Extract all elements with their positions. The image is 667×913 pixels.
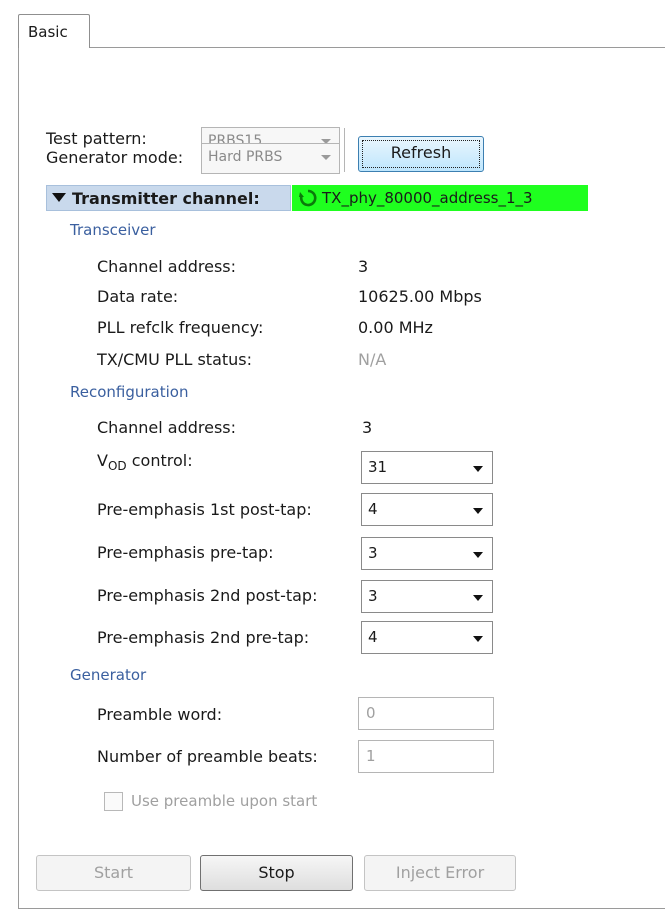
test-pattern-label: Test pattern: xyxy=(46,129,147,148)
data-rate-label: Data rate: xyxy=(97,287,179,306)
stop-button[interactable]: Stop xyxy=(200,855,353,891)
vod-label-v: V xyxy=(97,451,108,470)
pre-emphasis-2nd-post-tap-value: 3 xyxy=(368,587,378,605)
pll-status-value: N/A xyxy=(358,350,387,369)
pre-emphasis-1st-post-tap-value: 4 xyxy=(368,500,378,518)
transmitter-channel-name: TX_phy_80000_address_1_3 xyxy=(292,185,588,211)
transceiver-section-title: Transceiver xyxy=(70,221,156,239)
focus-ring xyxy=(362,140,480,168)
pll-refclk-value: 0.00 MHz xyxy=(358,318,433,337)
use-preamble-label: Use preamble upon start xyxy=(131,792,318,810)
chevron-down-icon xyxy=(473,595,483,601)
refresh-button[interactable]: Refresh xyxy=(358,136,484,172)
generator-section-title: Generator xyxy=(70,666,147,684)
preamble-word-input[interactable]: 0 xyxy=(358,697,494,730)
reconfiguration-section-title: Reconfiguration xyxy=(70,383,189,401)
generator-mode-value: Hard PRBS xyxy=(208,149,283,165)
generator-mode-label: Generator mode: xyxy=(46,148,184,167)
pre-emphasis-2nd-post-tap-select[interactable]: 3 xyxy=(361,580,493,613)
generator-mode-select[interactable]: Hard PRBS xyxy=(201,143,340,174)
vod-control-select[interactable]: 31 xyxy=(361,451,493,484)
chevron-down-icon xyxy=(473,466,483,472)
pll-refclk-label: PLL refclk frequency: xyxy=(97,318,264,337)
basic-panel xyxy=(18,47,665,909)
collapse-triangle-icon xyxy=(52,193,66,202)
rc-channel-address-label: Channel address: xyxy=(97,418,237,437)
pre-emphasis-2nd-pre-tap-value: 4 xyxy=(368,628,378,646)
pre-emphasis-pre-tap-label: Pre-emphasis pre-tap: xyxy=(97,543,274,562)
pre-emphasis-pre-tap-select[interactable]: 3 xyxy=(361,537,493,570)
chevron-down-icon xyxy=(473,508,483,514)
preamble-beats-label: Number of preamble beats: xyxy=(97,747,318,766)
pre-emphasis-2nd-post-tap-label: Pre-emphasis 2nd post-tap: xyxy=(97,586,318,605)
data-rate-value: 10625.00 Mbps xyxy=(358,287,482,306)
toolbar-divider xyxy=(344,128,345,172)
inject-error-button[interactable]: Inject Error xyxy=(364,855,516,891)
pre-emphasis-2nd-pre-tap-select[interactable]: 4 xyxy=(361,621,493,654)
use-preamble-checkbox[interactable] xyxy=(104,792,123,811)
tx-channel-address-label: Channel address: xyxy=(97,257,237,276)
preamble-beats-input[interactable]: 1 xyxy=(358,740,494,773)
pre-emphasis-1st-post-tap-label: Pre-emphasis 1st post-tap: xyxy=(97,500,312,519)
vod-label-od: OD xyxy=(107,459,127,474)
tab-basic[interactable]: Basic xyxy=(18,14,90,48)
transmitter-channel-label: Transmitter channel: xyxy=(72,189,260,208)
vod-control-value: 31 xyxy=(368,458,388,476)
vod-label-rest: control: xyxy=(126,451,193,470)
start-button[interactable]: Start xyxy=(36,855,191,891)
tx-channel-address-value: 3 xyxy=(358,257,369,276)
pre-emphasis-pre-tap-value: 3 xyxy=(368,544,378,562)
chevron-down-icon xyxy=(321,155,331,160)
refresh-status-icon xyxy=(299,189,317,207)
chevron-down-icon xyxy=(473,636,483,642)
pre-emphasis-2nd-pre-tap-label: Pre-emphasis 2nd pre-tap: xyxy=(97,628,310,647)
pre-emphasis-1st-post-tap-select[interactable]: 4 xyxy=(361,493,493,526)
vod-control-label: VOD control: xyxy=(97,451,193,473)
rc-channel-address-value: 3 xyxy=(362,418,373,437)
chevron-down-icon xyxy=(473,552,483,558)
transmitter-channel-header[interactable]: Transmitter channel: xyxy=(46,185,291,211)
pll-status-label: TX/CMU PLL status: xyxy=(97,350,253,369)
preamble-word-label: Preamble word: xyxy=(97,705,223,724)
